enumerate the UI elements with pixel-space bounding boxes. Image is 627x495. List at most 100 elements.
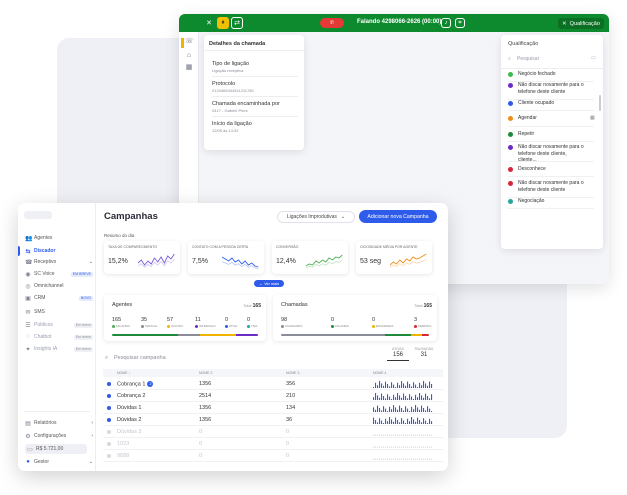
activity-bar (403, 458, 405, 460)
sms-icon: ✉ (25, 309, 31, 316)
activity-bar (389, 396, 391, 400)
activity-bar (407, 398, 409, 400)
table-row[interactable]: Cobrança 2 2514 210 (103, 390, 443, 402)
status-dot (508, 132, 513, 137)
activity-bar (425, 420, 427, 424)
activity-bar (405, 446, 407, 448)
unproductive-calls-toggle[interactable]: Ligações Improdutivas ⌄ (277, 211, 355, 223)
mute-icon[interactable]: ♪ (441, 18, 451, 28)
transfer-icon[interactable]: ⇄ (231, 17, 243, 29)
table-row[interactable]: Dúvidas 2 1356 36 (103, 414, 443, 426)
activity-bar (391, 399, 393, 400)
stat-falando: 165 FALANDO (112, 317, 130, 328)
activity-bar (375, 446, 377, 448)
stat-intervalo: 11 INTERVALO (195, 317, 216, 328)
add-campaign-button[interactable]: Adicionar nova Campanha (359, 210, 437, 223)
status-bar-segment (236, 334, 258, 336)
activity-bar (387, 411, 389, 412)
activity-bar (395, 387, 397, 388)
column-header[interactable]: NOME 4 (373, 371, 386, 375)
campaign-name[interactable]: 9888 (117, 453, 129, 459)
campaign-name[interactable]: 1023 (117, 441, 129, 447)
sidebar-item-chatbot[interactable]: ◌ Chatbot Em breve (25, 332, 93, 342)
sidebar-item-sms[interactable]: ✉ SMS (25, 307, 93, 317)
campaign-name[interactable]: Cobrança 12 (117, 381, 154, 387)
activity-bar (385, 408, 387, 412)
close-icon[interactable]: ✕ (203, 17, 215, 29)
column-header[interactable]: NOME 3 (286, 371, 299, 375)
activity-bar (401, 418, 403, 424)
sidebar-item-omnichannel[interactable]: ◎ Omnichannel (25, 281, 93, 291)
activity-bar (429, 434, 431, 436)
activity-bar (389, 434, 391, 436)
activity-bar (385, 418, 387, 424)
sidebar-item-agents[interactable]: 👥 Agentes (25, 233, 93, 243)
calendar-icon[interactable]: ▦ (590, 115, 595, 122)
activity-bar (391, 458, 393, 460)
hangup-button[interactable]: ✆ (320, 18, 344, 28)
sidebar-item-wallet[interactable]: ▭ R$ 5.721,00 (25, 444, 87, 454)
home-icon[interactable]: ⌂ (185, 52, 193, 60)
activity-bar (425, 393, 427, 400)
stat-label: FALANDO (116, 324, 131, 328)
activity-bar (427, 458, 429, 460)
scrollbar[interactable] (599, 95, 601, 111)
activity-bar (375, 420, 377, 424)
activity-bar (409, 421, 411, 424)
table-row[interactable]: 9888 0 0 (103, 450, 443, 462)
stat-label: FALANDO (335, 324, 350, 328)
activity-bar (431, 384, 433, 388)
column-header[interactable]: NOME 2 (199, 371, 212, 375)
keypad-icon[interactable]: ⌗ (455, 18, 465, 28)
activity-bar (431, 446, 433, 448)
sidebar-item-voice[interactable]: ◉ SC Voice EM BREVE (25, 269, 93, 279)
activity-bar (417, 446, 419, 448)
sidebar-item-reports[interactable]: ▤ Relatórios › (25, 418, 93, 428)
stat-label: ATIVA (229, 324, 238, 328)
tab-active[interactable]: ATIVAS 156 (387, 347, 409, 361)
campaign-name[interactable]: Dúvidas 2 (117, 417, 141, 423)
tab-paused[interactable]: PAUSADAS 31 (413, 347, 435, 358)
table-row[interactable]: 1023 0 0 (103, 438, 443, 450)
count-badge: 2 (147, 381, 154, 387)
phone-icon[interactable]: ☏ (185, 38, 194, 46)
activity-bar (379, 381, 381, 388)
activity-bar (397, 446, 399, 448)
sidebar-item-audience[interactable]: ☰ Públicos Em breve (25, 320, 93, 330)
sidebar-item-user[interactable]: ● Gestor ⌄ (25, 457, 93, 467)
agents-status-bar (112, 334, 258, 336)
activity-bar (379, 458, 381, 460)
column-header[interactable]: NOME ↑ (117, 371, 130, 375)
qualification-search-input[interactable]: ⌕ Pesquisar ▭ (507, 55, 597, 65)
activity-bar (407, 434, 409, 436)
campaign-search-input[interactable]: ⌕ Pesquisar campanha (103, 353, 363, 365)
sidebar-item-label: Públicos (34, 322, 53, 328)
sidebar-item-inbound[interactable]: ☎ Receptivo ⌄ (25, 257, 93, 267)
pause-icon[interactable]: ⏸ (217, 17, 229, 29)
sidebar-item-settings[interactable]: ⚙ Configurações › (25, 431, 93, 441)
campaign-name-text: Cobrança 2 (117, 393, 146, 399)
see-more-button[interactable]: ⌄ Ver mais (254, 280, 284, 287)
status-badge: EM BREVE (70, 271, 93, 277)
activity-bar (383, 446, 385, 448)
activity-bar (397, 393, 399, 400)
calendar-icon[interactable]: ▦ (185, 64, 193, 72)
activity-bar (391, 419, 393, 424)
activity-bar (401, 397, 403, 400)
campaign-name[interactable]: Dúvidas 1 (117, 405, 141, 411)
table-row[interactable]: Cobrança 1 2 1356 356 (103, 378, 443, 390)
detail-label: Início da ligação (212, 121, 252, 127)
campaign-name[interactable]: Cobrança 2 (117, 393, 145, 399)
search-placeholder: Pesquisar campanha (114, 355, 166, 361)
qualify-button[interactable]: ✕ Qualificação (558, 18, 604, 29)
sidebar-item-dialer[interactable]: ⇆ Discador (25, 246, 93, 256)
campaign-name[interactable]: Dúvidas 3 (117, 429, 141, 435)
sidebar-item-crm[interactable]: ▣ CRM NOVO (25, 293, 93, 303)
sidebar-item-insights[interactable]: ✦ Insights IA Em breve (25, 344, 93, 354)
activity-bar (377, 405, 379, 412)
table-row[interactable]: Dúvidas 3 0 0 (103, 426, 443, 438)
activity-bar (399, 405, 401, 412)
table-row[interactable]: Dúvidas 1 1356 134 (103, 402, 443, 414)
status-dot (195, 324, 198, 328)
activity-bar (375, 434, 377, 436)
